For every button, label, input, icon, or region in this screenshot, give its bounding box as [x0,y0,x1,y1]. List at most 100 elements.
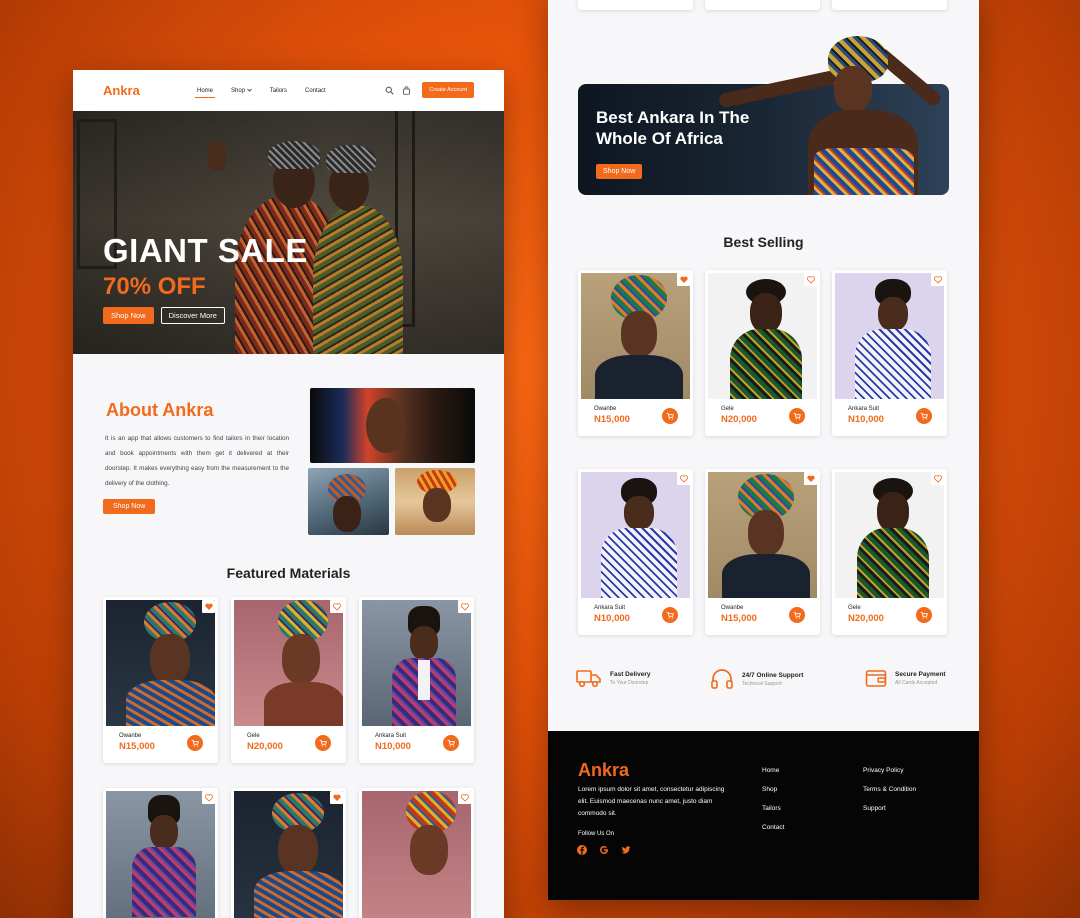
logo[interactable]: Ankra [103,83,140,98]
model-face [748,510,784,556]
homepage-mockup: Ankra Home Shop Tailors Contact Create A… [73,70,504,918]
wishlist-button[interactable] [202,791,215,804]
add-to-cart-button[interactable] [916,607,932,623]
footer-link-home[interactable]: Home [762,767,784,774]
feature-title: Secure Payment [895,670,946,678]
product-name: Gele [247,733,260,739]
model-body [126,680,215,726]
add-to-cart-button[interactable] [662,408,678,424]
discover-more-button[interactable]: Discover More [160,307,225,324]
model-body [722,554,810,598]
product-card[interactable]: Ankara Suit N10,000 [359,597,474,763]
footer-link-privacy[interactable]: Privacy Policy [863,767,916,774]
add-to-cart-button[interactable] [789,408,805,424]
product-card[interactable]: Ankara Suit N10,000 [832,270,947,436]
product-price: N15,000 [721,613,757,624]
model-body [857,528,929,598]
wishlist-button[interactable] [330,600,343,613]
footer-link-contact[interactable]: Contact [762,824,784,831]
model-body [264,682,343,726]
wishlist-button[interactable] [458,791,471,804]
footer-logo[interactable]: Ankra [578,760,629,781]
chevron-down-icon [246,88,252,92]
product-card[interactable] [103,788,218,918]
twitter-icon[interactable] [621,845,631,855]
product-card[interactable]: Gele N20,000 [231,597,346,763]
product-name: Ankara Suit [594,605,626,611]
wishlist-button[interactable] [458,600,471,613]
model-body [595,355,683,399]
nav-link-shop[interactable]: Shop [231,88,252,94]
create-account-button[interactable]: Create Account [422,82,474,98]
facebook-icon[interactable] [577,845,587,855]
product-card[interactable] [705,0,820,10]
add-to-cart-button[interactable] [789,607,805,623]
product-card[interactable]: Owanbe N15,000 [705,469,820,635]
add-to-cart-button[interactable] [916,408,932,424]
banner-shop-now-button[interactable]: Shop Now [596,164,643,179]
product-name: Gele [721,406,734,412]
shop-now-button[interactable]: Shop Now [103,307,154,324]
heart-outline-icon [204,793,213,802]
add-to-cart-button[interactable] [315,735,331,751]
wallet-icon [865,670,887,687]
product-price: N20,000 [848,613,884,624]
banner-title: Best Ankara In The Whole Of Africa [596,108,750,148]
wishlist-button[interactable] [202,600,215,613]
product-card[interactable]: Gele N20,000 [705,270,820,436]
model-head [828,36,888,82]
google-icon[interactable] [599,845,609,855]
product-photo [234,600,343,726]
shopping-bag-icon[interactable] [402,85,411,95]
feature-online-support: 24/7 Online Support Technical Support [710,668,803,690]
nav-link-contact[interactable]: Contact [305,88,326,94]
product-card[interactable] [231,788,346,918]
heart-outline-icon [933,474,942,483]
feature-title: Fast Delivery [610,670,651,678]
nav-actions: Create Account [385,82,474,98]
wishlist-button[interactable] [931,273,944,286]
product-card[interactable] [578,0,693,10]
feature-text: 24/7 Online Support Technical Support [742,672,803,687]
add-to-cart-button[interactable] [443,735,459,751]
wishlist-button[interactable] [804,472,817,485]
nav-link-tailors[interactable]: Tailors [270,88,287,94]
cart-icon [191,739,199,747]
wishlist-button[interactable] [804,273,817,286]
about-shop-now-button[interactable]: Shop Now [103,499,156,514]
model-hand [208,141,226,171]
nav-link-home[interactable]: Home [194,88,216,98]
heart-icon [679,276,688,283]
about-title: About Ankra [106,400,214,420]
heart-outline-icon [679,474,688,483]
wishlist-button[interactable] [677,472,690,485]
wishlist-button[interactable] [330,791,343,804]
truck-icon [576,670,601,688]
add-to-cart-button[interactable] [187,735,203,751]
product-card[interactable]: Gele N20,000 [832,469,947,635]
product-card[interactable]: Ankara Suit N10,000 [578,469,693,635]
about-actions: Shop Now [103,495,156,514]
product-card[interactable]: Owanbe N15,000 [578,270,693,436]
model-face [423,488,451,522]
model-body [132,847,196,917]
footer-legal: Privacy Policy Terms & Condition Support [863,767,916,812]
product-name: Owanbe [594,406,617,412]
product-card[interactable] [832,0,947,10]
search-icon[interactable] [385,86,394,95]
footer-link-terms[interactable]: Terms & Condition [863,786,916,793]
product-card[interactable]: Owanbe N15,000 [103,597,218,763]
heart-outline-icon [933,275,942,284]
add-to-cart-button[interactable] [662,607,678,623]
product-card[interactable] [359,788,474,918]
feature-text: Fast Delivery To Your Doorstep [610,671,650,686]
footer-link-tailors[interactable]: Tailors [762,805,784,812]
wishlist-button[interactable] [931,472,944,485]
footer-link-support[interactable]: Support [863,805,916,812]
headwrap [268,141,320,169]
about-section: About Ankra It is an app that allows cus… [73,354,504,544]
feature-subtitle: Technical Support [742,680,782,687]
heart-icon [806,475,815,482]
footer-link-shop[interactable]: Shop [762,786,784,793]
wishlist-button[interactable] [677,273,690,286]
